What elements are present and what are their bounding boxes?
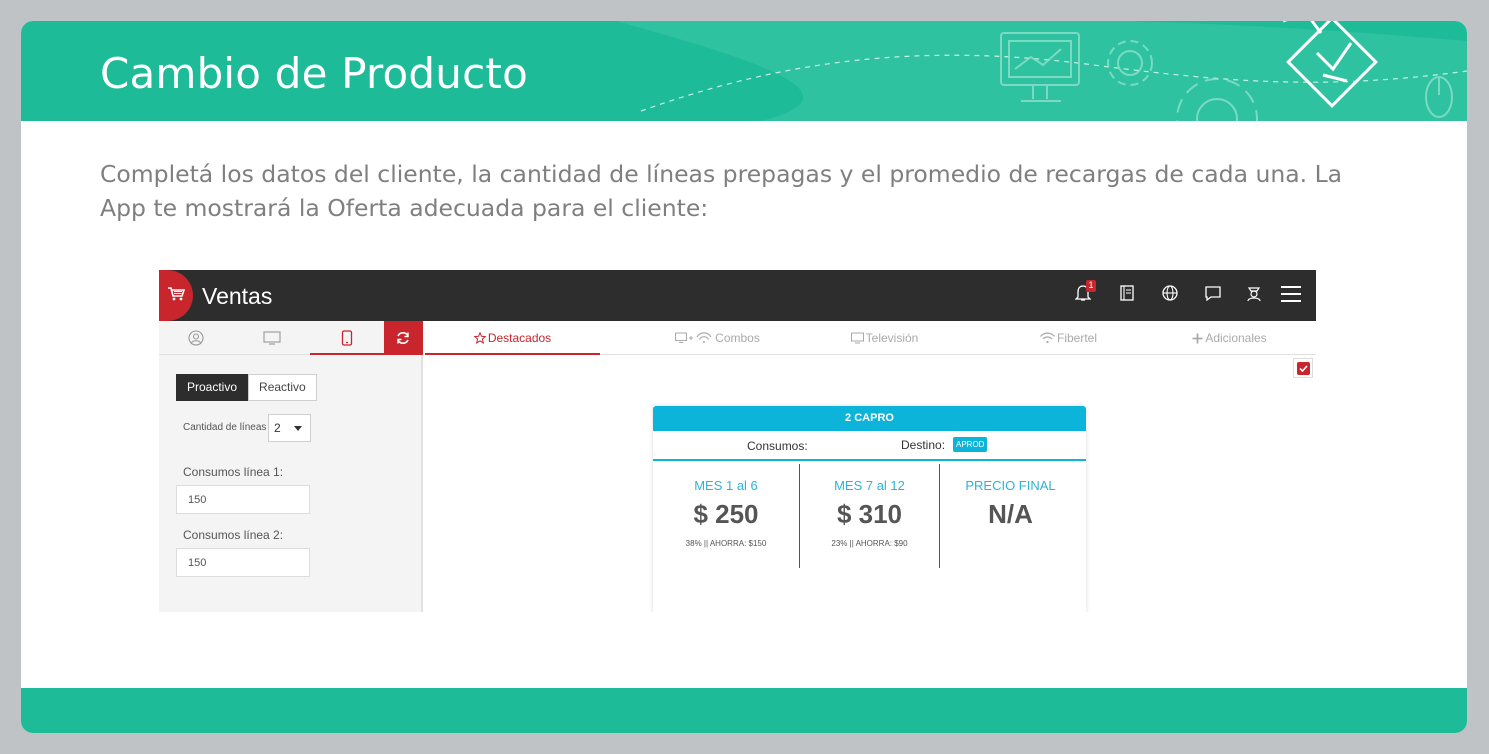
tab-customer[interactable] (159, 321, 234, 355)
tab-destacados-label: Destacados (487, 331, 552, 345)
user-agent-icon[interactable] (1245, 284, 1267, 306)
app-screenshot: Ventas 1 Proactivo Reactivo Cantidad de … (159, 270, 1316, 612)
bell-icon[interactable]: 1 (1074, 280, 1097, 306)
offer-subheader: Consumos: Destino: APROD (653, 431, 1086, 461)
monitor-icon (263, 331, 281, 345)
price-column-head: MES 7 al 12 (834, 478, 905, 493)
left-tabs (159, 321, 423, 355)
tab-combos-label: Combos (715, 331, 760, 345)
tv-icon (850, 332, 864, 344)
slide: Cambio de Producto Completá los datos de… (21, 21, 1467, 733)
tab-destacados[interactable]: Destacados (425, 321, 600, 355)
product-tabs: Destacados Combos Televisión Fibertel Ad… (425, 321, 1316, 355)
consumos-label: Consumos: (747, 439, 808, 453)
refresh-button[interactable] (384, 321, 423, 355)
refresh-icon (397, 332, 409, 344)
proactive-button[interactable]: Proactivo (176, 374, 249, 401)
price-column-3: PRECIO FINAL N/A (939, 464, 1081, 568)
lines-select[interactable]: 2 (268, 414, 311, 442)
app-topbar: Ventas 1 (159, 270, 1316, 321)
mobile-icon (341, 330, 353, 346)
chat-icon[interactable] (1204, 284, 1226, 306)
slide-instructions: Completá los datos del cliente, la canti… (100, 160, 1343, 222)
price-column-2: MES 7 al 12 $ 310 23% || AHORRA: $90 (799, 464, 939, 568)
tab-combos[interactable]: Combos (630, 321, 805, 355)
plus-icon (1192, 333, 1203, 344)
tab-television[interactable]: Televisión (797, 321, 972, 355)
reactive-button[interactable]: Reactivo (248, 374, 317, 401)
tab-adicionales[interactable]: Adicionales (1142, 321, 1316, 355)
tab-television-label: Televisión (865, 331, 919, 345)
app-logo[interactable] (159, 270, 193, 321)
price-column-1: MES 1 al 6 $ 250 38% || AHORRA: $150 (653, 464, 799, 568)
monitor-wifi-icon (675, 332, 712, 343)
select-checkbox[interactable] (1293, 358, 1313, 378)
offer-title: 2 CAPRO (653, 406, 1086, 431)
notification-badge: 1 (1086, 280, 1096, 292)
destino-tag: APROD (953, 437, 988, 452)
user-icon (188, 330, 204, 346)
offer-card[interactable]: 2 CAPRO Consumos: Destino: APROD MES 1 a… (653, 406, 1086, 612)
price-value: $ 250 (693, 499, 759, 529)
app-title: Ventas (202, 283, 273, 309)
mode-toggle: Proactivo Reactivo (176, 374, 317, 401)
hamburger-menu-icon[interactable] (1280, 284, 1302, 306)
consumo-line-2-label: Consumos línea 2: (183, 528, 284, 542)
globe-icon[interactable] (1161, 284, 1183, 306)
star-icon (473, 331, 487, 344)
tab-fibertel[interactable]: Fibertel (981, 321, 1156, 355)
slide-footer (21, 688, 1467, 733)
slide-header: Cambio de Producto (21, 21, 1467, 121)
price-note: 38% || AHORRA: $150 (685, 539, 767, 548)
price-column-head: MES 1 al 6 (694, 478, 758, 493)
tab-fibertel-label: Fibertel (1056, 331, 1097, 345)
consumo-line-2-input[interactable]: 150 (176, 548, 310, 577)
tab-tv[interactable] (234, 321, 309, 355)
book-icon[interactable] (1119, 284, 1141, 306)
slide-title: Cambio de Producto (100, 49, 528, 98)
consumo-line-1-label: Consumos línea 1: (183, 465, 284, 479)
price-column-head: PRECIO FINAL (965, 478, 1056, 493)
price-note: 23% || AHORRA: $90 (831, 539, 908, 548)
consumo-line-1-input[interactable]: 150 (176, 485, 310, 514)
destino-label: Destino: (901, 438, 946, 452)
lines-select-value: 2 (274, 421, 281, 435)
price-value: N/A (988, 499, 1033, 529)
wifi-icon (1040, 332, 1055, 344)
left-panel: Proactivo Reactivo Cantidad de líneas 2 … (159, 321, 423, 612)
cart-icon (168, 287, 185, 301)
check-icon (1297, 362, 1310, 375)
price-value: $ 310 (836, 499, 903, 529)
tab-adicionales-label: Adicionales (1205, 331, 1267, 345)
lines-label: Cantidad de líneas (183, 422, 267, 433)
caret-down-icon (294, 426, 302, 431)
tab-mobile[interactable] (310, 321, 384, 355)
